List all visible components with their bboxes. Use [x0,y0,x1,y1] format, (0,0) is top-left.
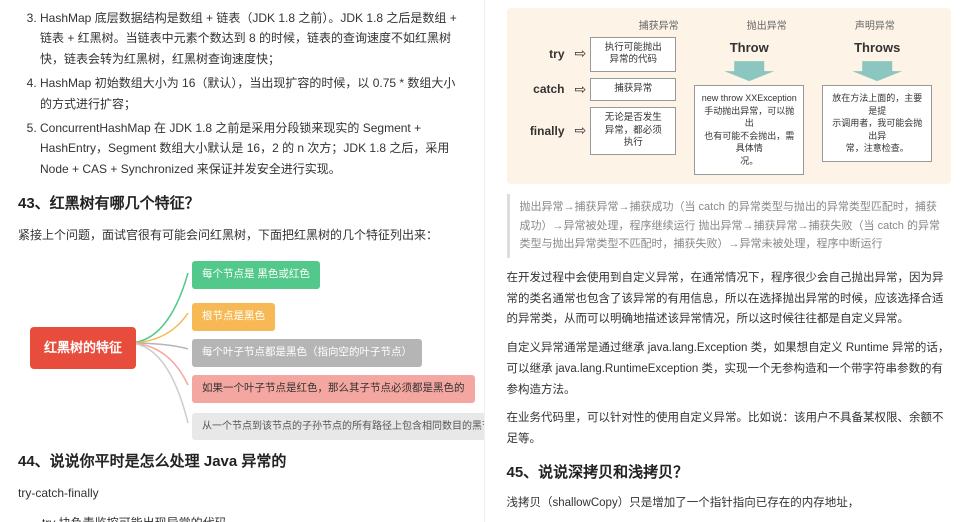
list-item: ConcurrentHashMap 在 JDK 1.8 之前是采用分段锁来现实的… [40,118,466,179]
row-try: try [515,44,571,64]
list-item: HashMap 底层数据结构是数组 + 链表（JDK 1.8 之前）。JDK 1… [40,8,466,69]
throws-box: 放在方法上面的，主要是提 示调用者，我可能会抛出异 常，注意检查。 [822,85,932,162]
heading-45: 45、说说深拷贝和浅拷贝？ [507,460,952,486]
exception-diagram: 捕获异常 抛出异常 声明异常 try ⇨ 执行可能抛出 异常的代码 catch … [507,8,952,184]
arrow-icon: ⇨ [575,78,587,102]
down-arrow-icon [852,61,902,81]
arrow-icon: ⇨ [575,119,587,143]
paragraph: 在开发过程中会使用到自定义异常，在通常情况下，程序很少会自己抛出异常，因为异常的… [507,268,952,330]
paragraph: 自定义异常通常是通过继承 java.lang.Exception 类，如果想自定… [507,338,952,400]
paragraph: 浅拷贝（shallowCopy）只是增加了一个指针指向已存在的内存地址， [507,493,952,514]
bullet-list: try 块负责监控可能出现异常的代码 catch 块负责捕获可能出现的异常，并进… [18,513,466,522]
down-arrow-icon [724,61,774,81]
diagram-header-3: 声明异常 [821,18,929,35]
mindmap-node-3: 每个叶子节点都是黑色（指向空的叶子节点） [192,339,422,367]
row-finally: finally [515,121,571,141]
arrow-icon: ⇨ [575,42,587,66]
box-catch: 捕获异常 [590,78,676,100]
throw-box: new throw XXException 手动抛出异常，可以抛出 也有可能不会… [694,85,804,175]
heading-43: 43、红黑树有哪几个特征？ [18,191,466,217]
mindmap-root: 红黑树的特征 [30,327,136,369]
diagram-header-2: 抛出异常 [713,18,821,35]
diagram-header-1: 捕获异常 [605,18,713,35]
list-item: HashMap 初始数组大小为 16（默认），当出现扩容的时候，以 0.75 *… [40,73,466,114]
blockquote: 抛出异常→捕获异常→捕获成功（当 catch 的异常类型与抛出的异常类型匹配时，… [507,194,952,258]
paragraph: 在业务代码里，可以针对性的使用自定义异常。比如说：该用户不具备某权限、余额不足等… [507,408,952,449]
row-catch: catch [515,79,571,99]
mindmap-node-5: 从一个节点到该节点的子孙节点的所有路径上包含相同数目的黑节点 [192,413,485,440]
ordered-list: HashMap 底层数据结构是数组 + 链表（JDK 1.8 之前）。JDK 1… [18,8,466,179]
box-finally: 无论是否发生 异常，都必须 执行 [590,107,676,154]
list-item: try 块负责监控可能出现异常的代码 [42,513,466,522]
mindmap-node-1: 每个节点是 黑色或红色 [192,261,320,289]
mindmap-node-2: 根节点是黑色 [192,303,275,331]
mindmap-node-4: 如果一个叶子节点是红色，那么其子节点必须都是黑色的 [192,375,475,403]
throw-title: Throw [730,37,769,59]
throws-title: Throws [854,37,900,59]
tcf-label: try-catch-finally [18,483,466,503]
intro-43: 紧接上个问题，面试官很有可能会问红黑树，下面把红黑树的几个特征列出来： [18,225,466,245]
mindmap-redblack: 红黑树的特征 每个节点是 黑色或红色 根节点是黑色 每个叶子节点都是黑色（指向空… [18,255,466,435]
heading-44: 44、说说你平时是怎么处理 Java 异常的 [18,449,466,475]
box-try: 执行可能抛出 异常的代码 [590,37,676,72]
